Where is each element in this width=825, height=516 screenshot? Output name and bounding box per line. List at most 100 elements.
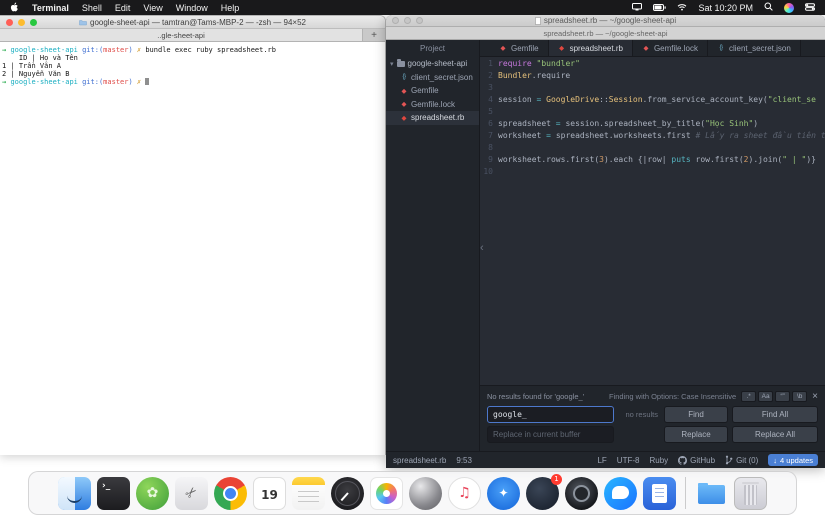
- gauge-app-icon[interactable]: [331, 477, 364, 510]
- code-line: 10: [480, 166, 825, 178]
- menu-item-shell[interactable]: Shell: [82, 3, 102, 13]
- siri-icon[interactable]: [784, 3, 794, 13]
- github-icon: [678, 456, 687, 465]
- find-all-button[interactable]: Find All: [732, 406, 818, 423]
- find-input[interactable]: google_: [487, 406, 614, 423]
- green-flower-app-icon[interactable]: ✿: [136, 477, 169, 510]
- tree-item-google-sheet-api[interactable]: ▾ google-sheet-api: [386, 57, 479, 71]
- code-line: 3: [480, 82, 825, 94]
- code-line: 8: [480, 142, 825, 154]
- dock-icon-glyph: ›_: [102, 481, 110, 491]
- new-tab-button[interactable]: +: [363, 29, 385, 41]
- tree-item-Gemfile.lock[interactable]: ◆Gemfile.lock: [386, 98, 479, 112]
- trash-icon[interactable]: [734, 477, 767, 510]
- calendar-icon[interactable]: 19: [253, 477, 286, 510]
- messenger-icon[interactable]: [604, 477, 637, 510]
- music-icon[interactable]: ♫: [448, 477, 481, 510]
- selection-option[interactable]: “”: [775, 391, 790, 402]
- zoom-window-button[interactable]: [30, 19, 37, 26]
- notes-icon[interactable]: [292, 477, 325, 510]
- photos-icon[interactable]: [370, 477, 403, 510]
- cursor-position[interactable]: 9:53: [456, 456, 472, 465]
- line-number: 4: [480, 94, 498, 106]
- search-icon[interactable]: [764, 2, 773, 13]
- terminal-app-icon[interactable]: ›_: [97, 477, 130, 510]
- code-editor[interactable]: 1require "bundler"2Bundler.require34sess…: [480, 57, 825, 385]
- terminal-tab[interactable]: ..gle-sheet-api: [0, 29, 363, 41]
- terminal-line: → google-sheet-api git:(master) ✗: [2, 78, 383, 86]
- tab-Gemfile.lock[interactable]: ◆Gemfile.lock: [633, 40, 708, 56]
- finder-icon[interactable]: [58, 477, 91, 510]
- menu-clock[interactable]: Sat 10:20 PM: [698, 3, 753, 13]
- tab-client_secret.json[interactable]: {}client_secret.json: [708, 40, 801, 56]
- status-file-name[interactable]: spreadsheet.rb: [393, 456, 446, 465]
- tree-item-label: spreadsheet.rb: [411, 113, 464, 122]
- desktop: Terminal Shell Edit View Window Help Sat 10:…: [0, 0, 825, 516]
- battery-icon[interactable]: [653, 3, 666, 13]
- line-number: 2: [480, 70, 498, 82]
- minimize-window-button[interactable]: [18, 19, 25, 26]
- terminal-content[interactable]: → google-sheet-api git:(master) ✗ bundle…: [0, 42, 385, 90]
- wifi-icon[interactable]: [677, 3, 687, 13]
- tree-item-label: google-sheet-api: [408, 59, 468, 68]
- replace-all-button[interactable]: Replace All: [732, 426, 818, 443]
- replace-button[interactable]: Replace: [664, 426, 728, 443]
- code-line: 9worksheet.rows.first(3).each {|row| put…: [480, 154, 825, 166]
- github-status[interactable]: GitHub: [678, 456, 715, 465]
- tree-item-spreadsheet.rb[interactable]: ◆spreadsheet.rb: [386, 111, 479, 125]
- close-window-button[interactable]: [392, 17, 399, 24]
- grammar-indicator[interactable]: Ruby: [649, 456, 668, 465]
- editor-title-tab[interactable]: spreadsheet.rb — ~/google-sheet-api: [386, 27, 825, 40]
- minimize-window-button[interactable]: [404, 17, 411, 24]
- tree-item-client_secret.json[interactable]: {}client_secret.json: [386, 71, 479, 85]
- tree-item-Gemfile[interactable]: ◆Gemfile: [386, 84, 479, 98]
- chrome-icon[interactable]: [214, 477, 247, 510]
- menu-item-window[interactable]: Window: [176, 3, 208, 13]
- code-lines: 1require "bundler"2Bundler.require34sess…: [480, 58, 825, 178]
- close-find-panel-button[interactable]: ×: [812, 392, 818, 402]
- scissors-app-icon[interactable]: ✂: [175, 477, 208, 510]
- editor-titlebar[interactable]: spreadsheet.rb — ~/google-sheet-api: [386, 15, 825, 27]
- line-number: 6: [480, 118, 498, 130]
- notification-badge: 1: [551, 474, 562, 485]
- replace-input[interactable]: Replace in current buffer: [487, 426, 614, 443]
- tab-Gemfile[interactable]: ◆Gemfile: [490, 40, 549, 56]
- control-center-icon[interactable]: [805, 3, 815, 13]
- folder-icon: [397, 61, 405, 67]
- line-number: 9: [480, 154, 498, 166]
- blue-docs-app-icon[interactable]: [643, 477, 676, 510]
- line-ending-indicator[interactable]: LF: [597, 456, 606, 465]
- code-line: 4session = GoogleDrive::Session.from_ser…: [480, 94, 825, 106]
- apple-menu-icon[interactable]: [10, 2, 19, 13]
- updates-badge[interactable]: ↓ 4 updates: [768, 454, 818, 466]
- download-icon: ↓: [773, 456, 777, 465]
- case-option[interactable]: Aa: [758, 391, 773, 402]
- terminal-titlebar[interactable]: google-sheet-api — tamtran@Tams-MBP-2 — …: [0, 16, 385, 29]
- chevron-down-icon[interactable]: ▾: [390, 60, 394, 68]
- tab-spreadsheet.rb[interactable]: ◆spreadsheet.rb: [549, 40, 633, 56]
- tree-items: ▾google-sheet-api{}client_secret.json◆Ge…: [386, 57, 479, 125]
- tree-toggle-chevron-icon[interactable]: ‹: [480, 243, 484, 254]
- dock-folder-icon[interactable]: [695, 477, 728, 510]
- menu-item-view[interactable]: View: [143, 3, 162, 13]
- line-number: 1: [480, 58, 498, 70]
- menu-item-help[interactable]: Help: [221, 3, 240, 13]
- display-status-icon[interactable]: [632, 3, 642, 13]
- lens-app-icon[interactable]: [565, 477, 598, 510]
- app-menu-title[interactable]: Terminal: [32, 3, 69, 13]
- dark-app-badge-icon[interactable]: 1: [526, 477, 559, 510]
- sphere-app-icon[interactable]: [409, 477, 442, 510]
- whole-word-option[interactable]: \b: [792, 391, 807, 402]
- menu-item-edit[interactable]: Edit: [115, 3, 131, 13]
- regex-option[interactable]: .*: [741, 391, 756, 402]
- terminal-cursor: [145, 78, 149, 85]
- project-tree-panel: Project ▾google-sheet-api{}client_secret…: [386, 40, 480, 451]
- terminal-window-title: google-sheet-api — tamtran@Tams-MBP-2 — …: [0, 18, 385, 27]
- git-status[interactable]: Git (0): [725, 455, 758, 465]
- close-window-button[interactable]: [6, 19, 13, 26]
- zoom-window-button[interactable]: [416, 17, 423, 24]
- testflight-icon[interactable]: ✦: [487, 477, 520, 510]
- encoding-indicator[interactable]: UTF-8: [617, 456, 640, 465]
- find-button[interactable]: Find: [664, 406, 728, 423]
- results-count-label: no results: [618, 410, 658, 419]
